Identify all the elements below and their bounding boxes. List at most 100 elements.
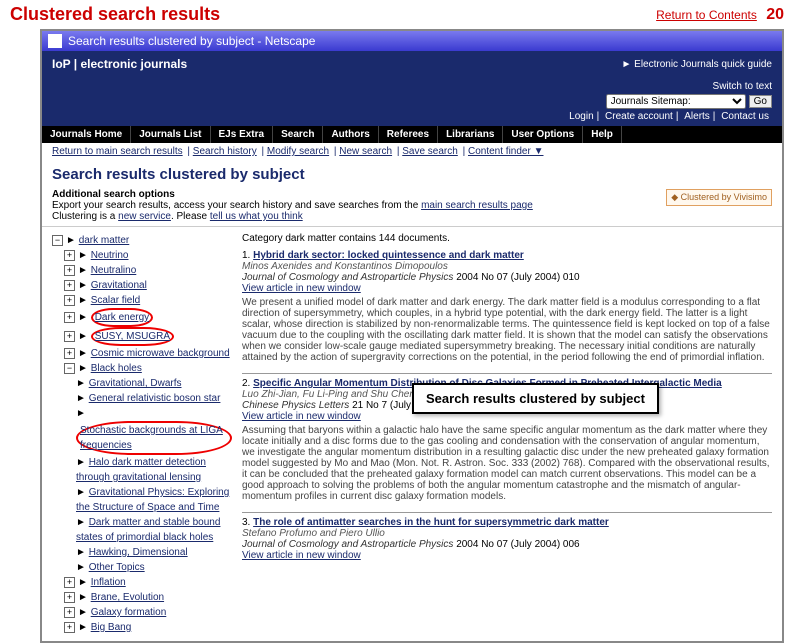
expand-icon[interactable]: + [64, 592, 75, 603]
tree-bh-3[interactable]: Halo dark matter detection through gravi… [76, 457, 206, 483]
options-heading: Additional search options [52, 189, 175, 200]
expand-icon[interactable]: + [64, 295, 75, 306]
create-account-link[interactable]: Create account [605, 111, 673, 122]
tree-bh-1[interactable]: General relativistic boson star [89, 393, 221, 404]
nav-referees[interactable]: Referees [378, 126, 437, 143]
tree-inflation[interactable]: Inflation [91, 577, 126, 588]
result-journal: Chinese Physics Letters [242, 400, 349, 411]
result-abstract: We present a unified model of dark matte… [242, 297, 772, 363]
result-title[interactable]: The role of antimatter searches in the h… [253, 517, 609, 528]
login-link[interactable]: Login [569, 111, 593, 122]
result-authors: Minos Axenides and Konstantinos Dimopoul… [242, 261, 448, 272]
top-ribbon: Switch to text Journals Sitemap: Go Logi… [42, 77, 782, 126]
collapse-icon[interactable]: − [52, 235, 63, 246]
tree-bh-7[interactable]: Other Topics [89, 562, 145, 573]
result-authors: Stefano Profumo and Piero Ullio [242, 528, 385, 539]
feedback-link[interactable]: tell us what you think [210, 211, 303, 222]
subnav-new[interactable]: New search [339, 146, 392, 157]
expand-icon[interactable]: + [64, 265, 75, 276]
netscape-icon [48, 34, 62, 48]
expand-icon[interactable]: + [64, 348, 75, 359]
window-title: Search results clustered by subject - Ne… [68, 34, 315, 48]
tree-bh-2[interactable]: Stochastic backgrounds at LIGA frequenci… [80, 425, 223, 451]
nav-librarians[interactable]: Librarians [438, 126, 503, 143]
subnav-save[interactable]: Save search [402, 146, 458, 157]
tree-cmb[interactable]: Cosmic microwave background [91, 348, 230, 359]
browser-window: Search results clustered by subject - Ne… [40, 29, 784, 643]
cluster-tree: −► dark matter +► Neutrino +► Neutralino… [52, 233, 232, 635]
result-journal: Journal of Cosmology and Astroparticle P… [242, 272, 453, 283]
tree-bh-5[interactable]: Dark matter and stable bound states of p… [76, 517, 220, 543]
expand-icon[interactable]: + [64, 280, 75, 291]
highlight-circle: Stochastic backgrounds at LIGA frequenci… [76, 421, 232, 455]
return-to-contents-link[interactable]: Return to Contents [656, 8, 757, 22]
window-titlebar: Search results clustered by subject - Ne… [42, 31, 782, 51]
vivisimo-badge[interactable]: ◆ Clustered by Vivisimo [666, 189, 772, 206]
nav-ejs-extra[interactable]: EJs Extra [210, 126, 273, 143]
expand-icon[interactable]: + [64, 577, 75, 588]
contact-link[interactable]: Contact us [721, 111, 769, 122]
result-citation: 2004 No 07 (July 2004) 010 [456, 272, 579, 283]
main-nav: Journals Home Journals List EJs Extra Se… [42, 126, 782, 143]
nav-help[interactable]: Help [583, 126, 622, 143]
tree-neutrino[interactable]: Neutrino [91, 250, 129, 261]
subnav-history[interactable]: Search history [193, 146, 257, 157]
highlight-circle: SUSY, MSUGRA [91, 327, 174, 346]
tree-root[interactable]: dark matter [79, 235, 130, 246]
highlight-circle: Dark energy [91, 308, 153, 327]
page-title: Search results clustered by subject [42, 160, 782, 189]
tree-gravitational[interactable]: Gravitational [91, 280, 147, 291]
nav-authors[interactable]: Authors [323, 126, 378, 143]
view-article-link[interactable]: View article in new window [242, 283, 361, 294]
sitemap-select[interactable]: Journals Sitemap: [606, 94, 746, 109]
tree-bigbang[interactable]: Big Bang [91, 622, 132, 633]
result-title[interactable]: Hybrid dark sector: locked quintessence … [253, 250, 524, 261]
main-results-link[interactable]: main search results page [421, 200, 533, 211]
results-panel: Category dark matter contains 144 docume… [242, 233, 772, 635]
callout-label: Search results clustered by subject [412, 383, 659, 414]
switch-text-link[interactable]: Switch to text [713, 81, 772, 92]
expand-icon[interactable]: + [64, 250, 75, 261]
nav-user-options[interactable]: User Options [503, 126, 583, 143]
collapse-icon[interactable]: − [64, 363, 75, 374]
tree-neutralino[interactable]: Neutralino [91, 265, 137, 276]
tree-bh-6[interactable]: Hawking, Dimensional [89, 547, 188, 558]
result-item: 1. Hybrid dark sector: locked quintessen… [242, 250, 772, 363]
nav-journals-home[interactable]: Journals Home [42, 126, 131, 143]
subnav-return[interactable]: Return to main search results [52, 146, 183, 157]
tree-susy[interactable]: SUSY, MSUGRA [95, 331, 170, 342]
expand-icon[interactable]: + [64, 312, 75, 323]
quick-guide-link[interactable]: ► Electronic Journals quick guide [621, 59, 772, 70]
tree-galaxy[interactable]: Galaxy formation [91, 607, 167, 618]
nav-journals-list[interactable]: Journals List [131, 126, 210, 143]
category-heading: Category dark matter contains 144 docume… [242, 233, 772, 244]
site-banner: IoP | electronic journals ► Electronic J… [42, 51, 782, 77]
sub-nav: Return to main search results | Search h… [42, 143, 782, 160]
tree-bh-0[interactable]: Gravitational, Dwarfs [89, 378, 182, 389]
tree-brane[interactable]: Brane, Evolution [91, 592, 164, 603]
result-abstract: Assuming that baryons within a galactic … [242, 425, 772, 502]
account-links: Login| Create account| Alerts| Contact u… [566, 111, 772, 122]
page-number: 20 [766, 6, 784, 23]
tree-dark-energy[interactable]: Dark energy [95, 312, 149, 323]
view-article-link[interactable]: View article in new window [242, 411, 361, 422]
tree-bh-4[interactable]: Gravitational Physics: Exploring the Str… [76, 487, 229, 513]
view-article-link[interactable]: View article in new window [242, 550, 361, 561]
tree-scalar[interactable]: Scalar field [91, 295, 140, 306]
subnav-modify[interactable]: Modify search [267, 146, 329, 157]
result-item: 3. The role of antimatter searches in th… [242, 517, 772, 561]
result-citation: 2004 No 07 (July 2004) 006 [456, 539, 579, 550]
expand-icon[interactable]: + [64, 622, 75, 633]
expand-icon[interactable]: + [64, 607, 75, 618]
result-journal: Journal of Cosmology and Astroparticle P… [242, 539, 453, 550]
alerts-link[interactable]: Alerts [684, 111, 710, 122]
expand-icon[interactable]: + [64, 331, 75, 342]
nav-search[interactable]: Search [273, 126, 323, 143]
new-service-link[interactable]: new service [118, 211, 171, 222]
slide-title: Clustered search results [10, 4, 220, 25]
tree-black-holes[interactable]: Black holes [91, 363, 142, 374]
search-options: Additional search options Export your se… [42, 189, 782, 227]
go-button[interactable]: Go [749, 95, 772, 108]
subnav-content-finder[interactable]: Content finder ▼ [468, 146, 544, 157]
site-logo[interactable]: IoP | electronic journals [52, 57, 187, 71]
